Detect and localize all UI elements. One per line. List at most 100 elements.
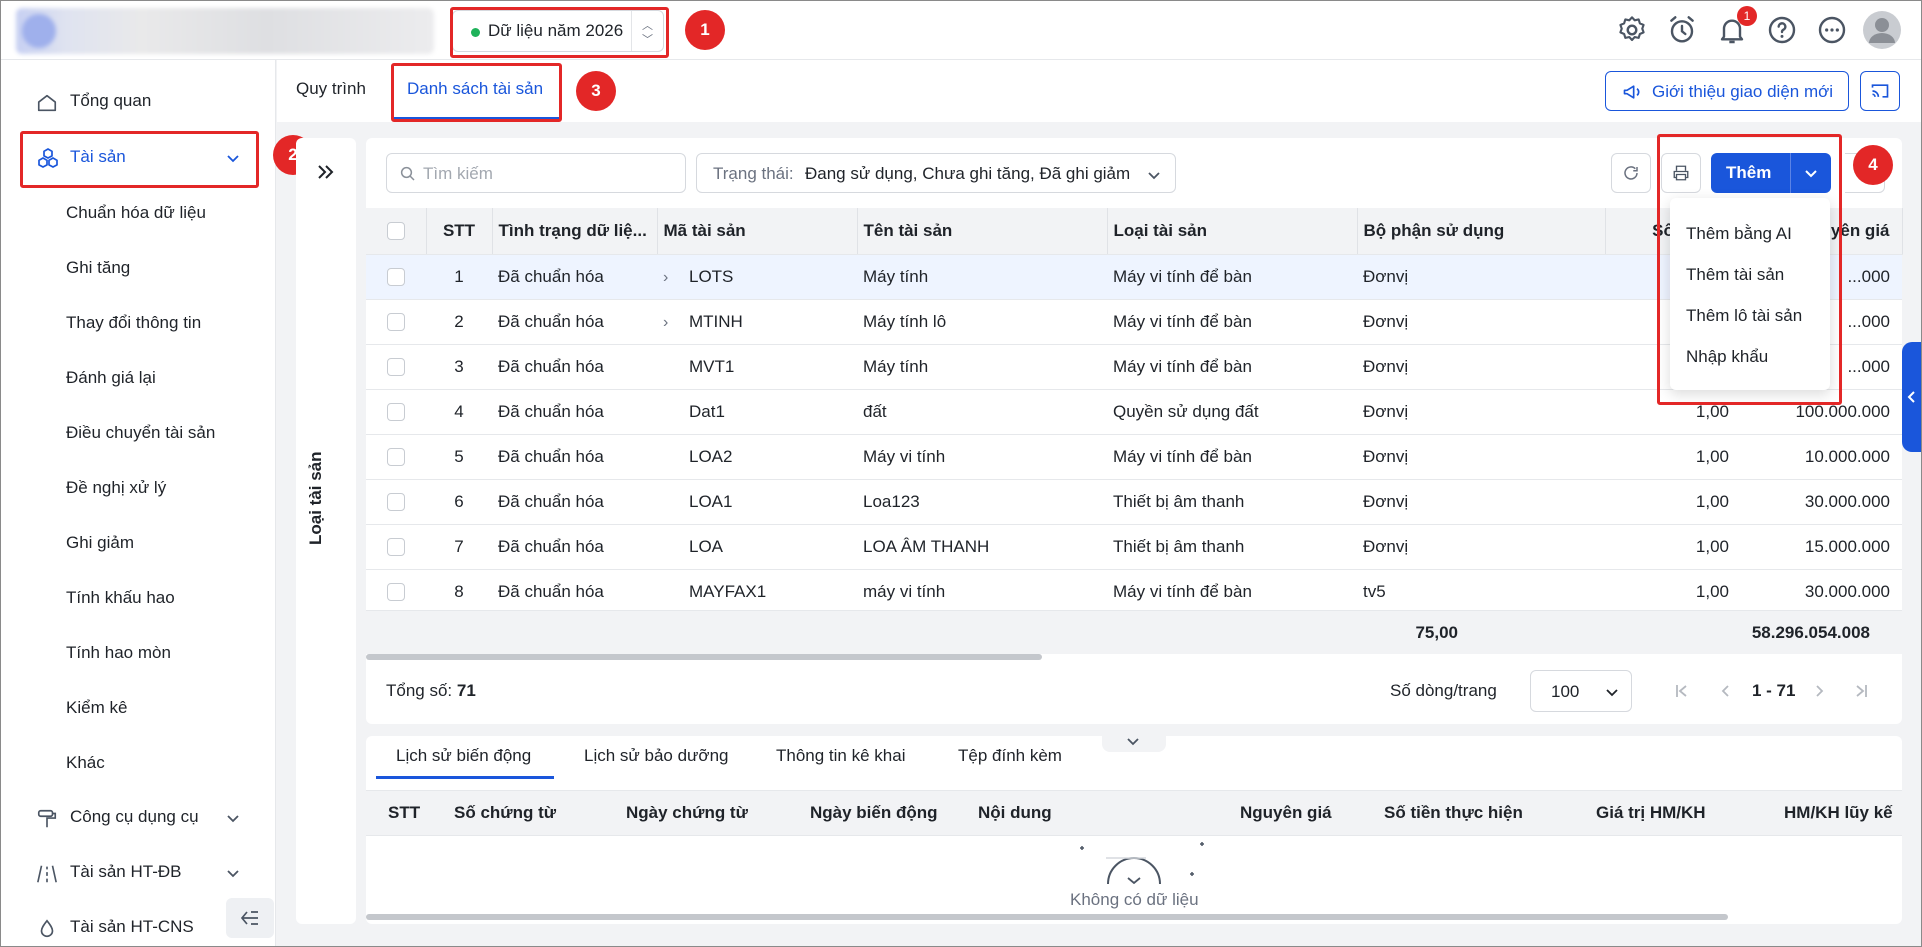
select-all-cell[interactable] [366, 208, 427, 255]
asset-code-text: LOA1 [689, 491, 733, 511]
asset-code-text: MAYFAX1 [689, 581, 767, 601]
cell-asset-code: Dat1 [657, 389, 857, 435]
column-header[interactable]: Bộ phận sử dụng [1357, 208, 1606, 255]
sidebar-subitem[interactable]: Thay đổi thông tin [66, 313, 201, 333]
chevron-right-icon[interactable]: › [663, 314, 689, 332]
row-checkbox[interactable] [387, 403, 405, 422]
search-input[interactable]: Tìm kiếm [386, 153, 686, 193]
right-drawer-handle[interactable] [1902, 342, 1922, 452]
cell-asset-name: máy vi tính [857, 569, 1107, 615]
select-cell[interactable] [366, 434, 426, 480]
table-row[interactable]: 7 Đã chuẩn hóa LOA LOA ÂM THANH Thiết bị âm … [366, 524, 1902, 570]
chevron-right-icon[interactable]: › [663, 269, 689, 287]
row-checkbox[interactable] [387, 493, 405, 512]
asset-code-text: MTINH [689, 311, 743, 331]
cell-data-status: Đã chuẩn hóa [492, 434, 657, 480]
first-page-icon[interactable] [1674, 683, 1690, 699]
sidebar-subitem[interactable]: Đánh giá lại [66, 368, 156, 388]
row-checkbox[interactable] [387, 538, 405, 557]
tab-maintenance-history[interactable]: Lịch sử bảo dưỡng [584, 746, 729, 766]
double-chevron-right-icon[interactable] [316, 163, 336, 181]
sidebar-subitem[interactable]: Khác [66, 753, 105, 773]
cell-stt: 1 [426, 254, 492, 300]
settings-icon[interactable] [1616, 14, 1648, 46]
table-row[interactable]: 6 Đã chuẩn hóa LOA1 Loa123 Thiết bị âm thanh… [366, 479, 1902, 525]
next-page-icon[interactable] [1811, 683, 1827, 699]
row-checkbox[interactable] [387, 268, 405, 287]
column-header[interactable]: Tên tài sản [857, 208, 1108, 255]
sidebar-subitem[interactable]: Tính khấu hao [66, 588, 175, 608]
prev-page-icon[interactable] [1718, 683, 1734, 699]
sidebar-subitem[interactable]: Chuẩn hóa dữ liệu [66, 203, 206, 223]
callout-badge-4: 4 [1853, 145, 1893, 185]
select-cell[interactable] [366, 524, 426, 570]
detail-panel-toggle[interactable] [1102, 730, 1166, 752]
select-cell[interactable] [366, 344, 426, 390]
sidebar-item-overview[interactable]: Tổng quan [0, 82, 276, 122]
cell-data-status: Đã chuẩn hóa [492, 344, 657, 390]
status-filter-select[interactable]: Trạng thái: Đang sử dụng, Chưa ghi tăng,… [696, 153, 1176, 193]
sidebar-subitem[interactable]: Ghi tăng [66, 258, 130, 278]
column-header[interactable]: STT [426, 208, 493, 255]
sidebar-collapse-button[interactable] [226, 898, 274, 938]
sidebar-item-label: Tài sản HT-CNS [70, 917, 194, 936]
sidebar-item-tools[interactable]: Công cụ dụng cụ [0, 798, 276, 838]
cell-asset-type: Thiết bị âm thanh [1107, 524, 1357, 570]
rows-per-page-select[interactable]: 100 [1530, 670, 1632, 712]
cell-asset-code: LOA [657, 524, 857, 570]
cell-quantity: 1,00 [1605, 569, 1741, 615]
highlight-box-3 [391, 63, 562, 122]
tab-declaration-info[interactable]: Thông tin kê khai [776, 746, 905, 766]
table-row[interactable]: 5 Đã chuẩn hóa LOA2 Máy vi tính Máy vi tính … [366, 434, 1902, 480]
blurred-organization-logo [16, 8, 434, 54]
table-row[interactable]: 8 Đã chuẩn hóa MAYFAX1 máy vi tính Máy vi tí… [366, 569, 1902, 615]
row-checkbox[interactable] [387, 583, 405, 602]
sidebar-subitem[interactable]: Kiểm kê [66, 698, 127, 718]
refresh-button[interactable] [1611, 153, 1651, 193]
cell-department: tv5 [1357, 569, 1605, 615]
sidebar-item-infrastructure[interactable]: Tài sản HT-ĐB [0, 853, 276, 893]
row-checkbox[interactable] [387, 313, 405, 332]
select-cell[interactable] [366, 389, 426, 435]
horizontal-scrollbar[interactable] [366, 654, 1042, 660]
chevron-down-icon[interactable] [226, 811, 240, 825]
sidebar-subitem[interactable]: Điều chuyển tài sản [66, 423, 215, 443]
horizontal-scrollbar[interactable] [366, 914, 1728, 920]
history-table-header: STT Số chứng từ Ngày chứng từ Ngày biến … [366, 790, 1902, 836]
chevron-down-icon[interactable] [226, 866, 240, 880]
row-checkbox[interactable] [387, 448, 405, 467]
column-header[interactable]: Mã tài sản [657, 208, 858, 255]
select-cell[interactable] [366, 299, 426, 345]
cast-button[interactable] [1860, 71, 1900, 111]
sidebar-subitem[interactable]: Đề nghị xử lý [66, 478, 166, 498]
tab-change-history[interactable]: Lịch sử biến động [396, 746, 531, 766]
cell-stt: 6 [426, 479, 492, 525]
select-all-checkbox[interactable] [386, 222, 405, 241]
cell-asset-code: LOA1 [657, 479, 857, 525]
column-header[interactable]: Tình trạng dữ liệ... [492, 208, 658, 255]
tab-process[interactable]: Quy trình [296, 79, 366, 99]
empty-state-illustration [1080, 842, 1204, 884]
intro-button-label: Giới thiệu giao diện mới [1652, 82, 1834, 101]
intro-new-ui-button[interactable]: Giới thiệu giao diện mới [1605, 71, 1849, 111]
tab-attachments[interactable]: Tệp đính kèm [958, 746, 1062, 766]
sidebar-subitem[interactable]: Ghi giảm [66, 533, 134, 553]
select-cell[interactable] [366, 254, 426, 300]
cell-asset-name: LOA ÂM THANH [857, 524, 1107, 570]
paint-roller-icon [37, 809, 57, 828]
total-quantity: 75,00 [1415, 623, 1458, 642]
user-avatar-icon[interactable] [1862, 10, 1902, 50]
alarm-clock-icon[interactable] [1666, 14, 1698, 46]
sidebar-item-label: Công cụ dụng cụ [70, 807, 199, 826]
row-checkbox[interactable] [387, 358, 405, 377]
last-page-icon[interactable] [1853, 683, 1869, 699]
cell-original-price: 10.000.000 [1741, 434, 1902, 480]
select-cell[interactable] [366, 569, 426, 615]
help-icon[interactable] [1766, 14, 1798, 46]
more-options-icon[interactable] [1816, 14, 1848, 46]
cell-original-price: 30.000.000 [1741, 569, 1902, 615]
column-header[interactable]: Loại tài sản [1107, 208, 1358, 255]
sidebar-subitem[interactable]: Tính hao mòn [66, 643, 171, 663]
cell-asset-name: Máy tính [857, 254, 1107, 300]
select-cell[interactable] [366, 479, 426, 525]
